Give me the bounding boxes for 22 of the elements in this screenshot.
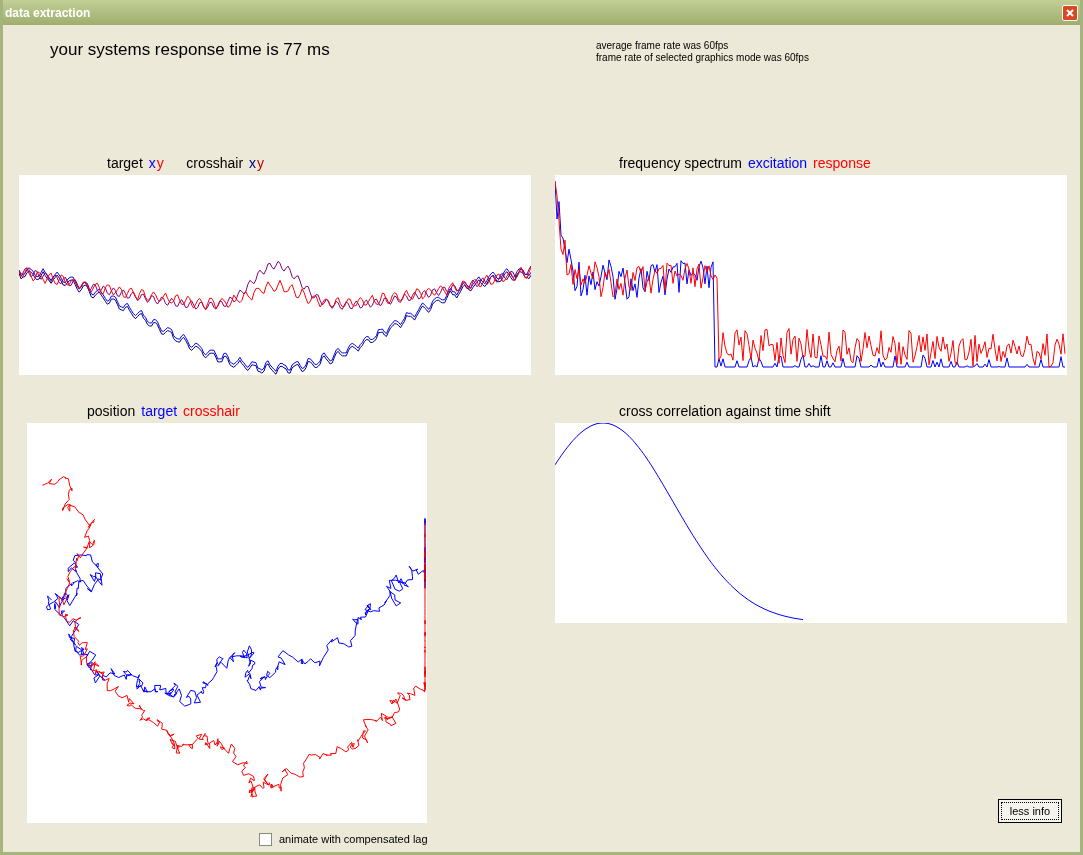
frame-rate-text: frame rate of selected graphics mode was 60fps: [596, 52, 809, 64]
heading-text: y: [257, 154, 265, 173]
heading-text: excitation: [747, 154, 808, 173]
frame-rate-text: average frame rate was 60fps: [596, 40, 730, 52]
checkbox-label: animate with compensated lag: [279, 832, 428, 847]
less-info-button[interactable]: less info: [998, 799, 1062, 823]
window-title: data extraction: [5, 4, 91, 22]
close-icon: [1066, 8, 1074, 17]
heading-text: crosshair: [186, 154, 244, 173]
heading-text: cross correlation against time shift: [619, 402, 831, 421]
heading-text: target: [107, 154, 143, 173]
heading-text: x: [249, 154, 257, 173]
heading-text: position: [87, 402, 136, 421]
heading-text: target: [141, 402, 178, 421]
heading-text: frequency spectrum: [619, 154, 742, 173]
close-button[interactable]: [1062, 4, 1078, 21]
heading-text: x: [148, 154, 156, 173]
heading-text: y: [156, 154, 164, 173]
checkbox[interactable]: [259, 832, 272, 846]
response-time-text: your systems response time is 77 ms: [50, 39, 331, 61]
heading-text: crosshair: [183, 402, 240, 421]
heading-text: response: [813, 154, 871, 173]
